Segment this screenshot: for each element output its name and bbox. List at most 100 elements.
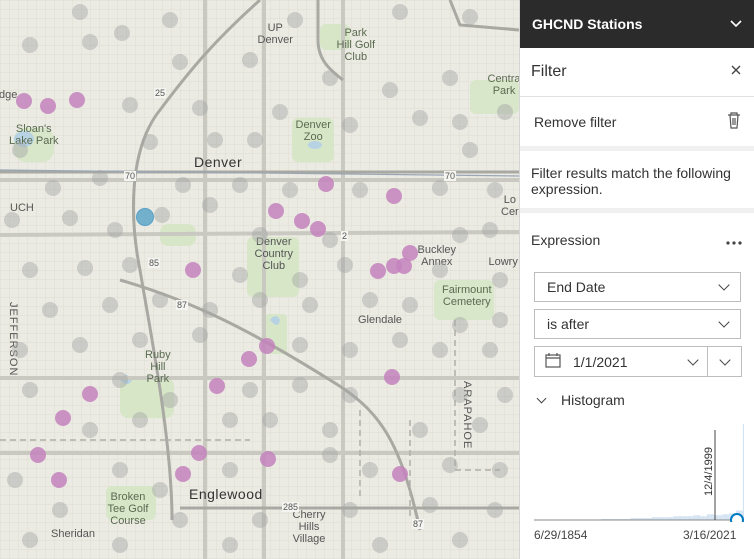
station-point-excluded[interactable] <box>122 97 138 113</box>
station-point[interactable] <box>40 98 56 114</box>
station-point[interactable] <box>384 369 400 385</box>
station-point-excluded[interactable] <box>22 37 38 53</box>
station-point-excluded[interactable] <box>472 417 488 433</box>
remove-filter-row[interactable]: Remove filter <box>520 97 754 146</box>
station-point-excluded[interactable] <box>175 177 191 193</box>
station-point[interactable] <box>51 472 67 488</box>
chevron-down-icon[interactable] <box>730 17 742 31</box>
station-point-excluded[interactable] <box>114 25 130 41</box>
station-point-excluded[interactable] <box>92 170 108 186</box>
more-options-icon[interactable] <box>726 232 742 248</box>
station-point-excluded[interactable] <box>222 412 238 428</box>
station-point-excluded[interactable] <box>282 182 298 198</box>
station-point-excluded[interactable] <box>487 182 503 198</box>
station-point-excluded[interactable] <box>252 512 268 528</box>
date-picker[interactable]: 1/1/2021 <box>534 346 742 377</box>
station-point-excluded[interactable] <box>242 382 258 398</box>
station-point-excluded[interactable] <box>112 372 128 388</box>
station-point-excluded[interactable] <box>232 177 248 193</box>
histogram-slider-handle[interactable] <box>730 513 744 522</box>
map-view[interactable]: UP Denver Park Hill Golf Club dge Sloan's Lake … <box>0 0 519 559</box>
station-point[interactable] <box>209 378 225 394</box>
station-point-excluded[interactable] <box>402 297 418 313</box>
station-point-excluded[interactable] <box>292 272 308 288</box>
station-point[interactable] <box>396 258 412 274</box>
station-point-excluded[interactable] <box>452 227 468 243</box>
station-point-excluded[interactable] <box>442 70 458 86</box>
station-point[interactable] <box>318 176 334 192</box>
value-type-dropdown[interactable] <box>708 346 742 377</box>
station-point[interactable] <box>392 466 408 482</box>
station-point-excluded[interactable] <box>242 52 258 68</box>
station-point-excluded[interactable] <box>45 180 61 196</box>
close-icon[interactable] <box>730 63 742 81</box>
station-point[interactable] <box>16 93 32 109</box>
histogram-toggle[interactable]: Histogram <box>536 392 625 408</box>
panel-header[interactable]: GHCND Stations <box>520 0 754 48</box>
station-point-excluded[interactable] <box>292 337 308 353</box>
station-point[interactable] <box>260 451 276 467</box>
station-point-excluded[interactable] <box>62 210 78 226</box>
station-point-excluded[interactable] <box>112 462 128 478</box>
trash-icon[interactable] <box>726 111 742 132</box>
station-point-excluded[interactable] <box>52 502 68 518</box>
station-point-excluded[interactable] <box>162 392 178 408</box>
station-point[interactable] <box>268 203 284 219</box>
station-point-excluded[interactable] <box>72 4 88 20</box>
station-point-excluded[interactable] <box>302 297 318 313</box>
station-point-excluded[interactable] <box>222 537 238 553</box>
station-point-excluded[interactable] <box>122 257 138 273</box>
station-point-excluded[interactable] <box>152 482 168 498</box>
station-point[interactable] <box>175 466 191 482</box>
station-point-excluded[interactable] <box>497 387 513 403</box>
station-point-excluded[interactable] <box>462 9 478 25</box>
station-point-excluded[interactable] <box>202 302 218 318</box>
station-point-excluded[interactable] <box>462 142 478 158</box>
station-point-excluded[interactable] <box>42 302 58 318</box>
station-point-excluded[interactable] <box>202 197 218 213</box>
station-point-excluded[interactable] <box>392 332 408 348</box>
operator-select[interactable]: is after <box>534 309 741 339</box>
station-point-excluded[interactable] <box>132 412 148 428</box>
station-point-excluded[interactable] <box>342 342 358 358</box>
station-point-excluded[interactable] <box>352 182 368 198</box>
station-point-excluded[interactable] <box>452 114 468 130</box>
station-point-excluded[interactable] <box>192 327 208 343</box>
station-point-excluded[interactable] <box>337 257 353 273</box>
station-point-excluded[interactable] <box>252 227 268 243</box>
station-point-excluded[interactable] <box>247 132 263 148</box>
station-point-excluded[interactable] <box>162 12 178 28</box>
station-point-excluded[interactable] <box>372 537 388 553</box>
station-point-excluded[interactable] <box>362 462 378 478</box>
station-point-excluded[interactable] <box>172 54 188 70</box>
station-point-excluded[interactable] <box>452 317 468 333</box>
station-point-excluded[interactable] <box>207 132 223 148</box>
remove-filter-button[interactable]: Remove filter <box>534 114 616 130</box>
station-point[interactable] <box>370 263 386 279</box>
station-point[interactable] <box>241 351 257 367</box>
station-point-excluded[interactable] <box>7 472 23 488</box>
station-point-excluded[interactable] <box>492 272 508 288</box>
station-point-excluded[interactable] <box>322 447 338 463</box>
station-point-excluded[interactable] <box>287 12 303 28</box>
station-point-excluded[interactable] <box>432 342 448 358</box>
chevron-down-icon[interactable] <box>687 353 699 366</box>
station-point[interactable] <box>55 410 71 426</box>
station-point[interactable] <box>82 386 98 402</box>
station-point-excluded[interactable] <box>232 267 248 283</box>
station-point-excluded[interactable] <box>497 104 513 120</box>
station-point-excluded[interactable] <box>412 110 428 126</box>
station-point-excluded[interactable] <box>12 342 28 358</box>
station-point-excluded[interactable] <box>362 292 378 308</box>
station-point-excluded[interactable] <box>482 342 498 358</box>
station-point-excluded[interactable] <box>222 462 238 478</box>
station-point-excluded[interactable] <box>4 212 20 228</box>
station-point-selected[interactable] <box>136 208 154 226</box>
station-point[interactable] <box>30 447 46 463</box>
station-point-excluded[interactable] <box>12 142 28 158</box>
station-point-excluded[interactable] <box>482 222 498 238</box>
station-point-excluded[interactable] <box>154 207 170 223</box>
station-point-excluded[interactable] <box>322 422 338 438</box>
station-point-excluded[interactable] <box>382 82 398 98</box>
station-point-excluded[interactable] <box>22 262 38 278</box>
